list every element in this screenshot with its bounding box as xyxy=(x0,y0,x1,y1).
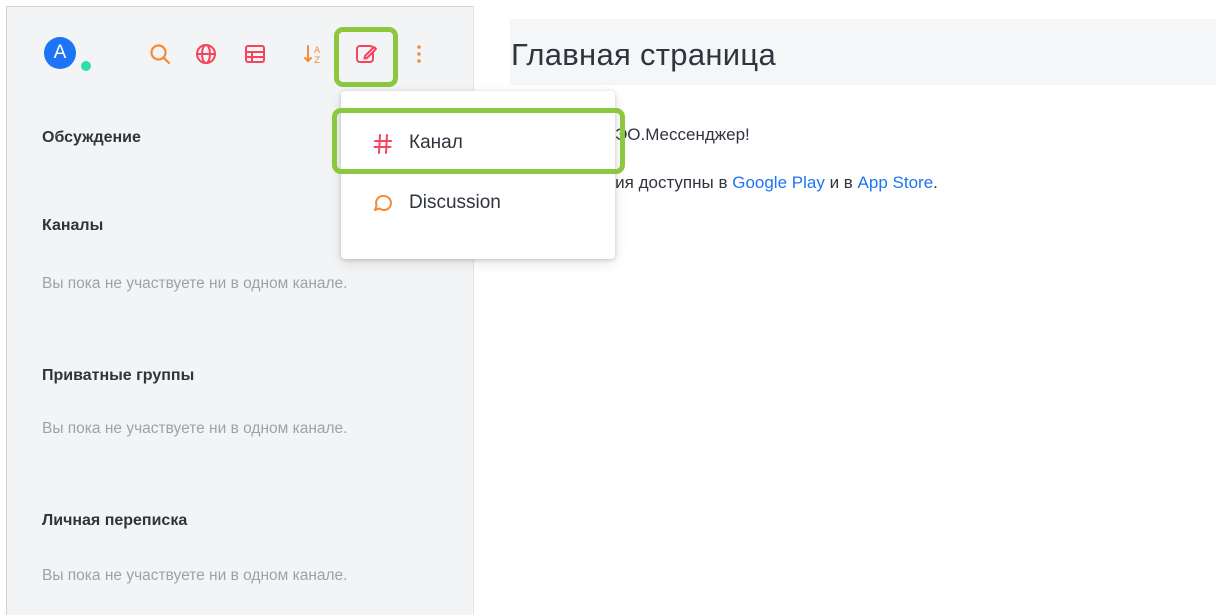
svg-text:A: A xyxy=(314,46,321,56)
section-title-direct-messages: Личная переписка xyxy=(42,512,188,529)
compose-button-highlight xyxy=(334,27,398,87)
direct-messages-empty-text: Вы пока не участвуете ни в одном канале. xyxy=(42,567,348,584)
section-title-private-groups: Приватные группы xyxy=(42,367,195,384)
sort-icon[interactable]: A Z xyxy=(302,42,326,66)
create-menu-item-discussion[interactable]: Discussion xyxy=(341,180,615,228)
create-menu-item-discussion-label: Discussion xyxy=(409,192,501,213)
display-table-icon[interactable] xyxy=(243,42,267,66)
kebab-menu-icon[interactable] xyxy=(407,42,431,66)
search-icon[interactable] xyxy=(148,42,172,66)
apps-text-middle: и в xyxy=(824,173,858,192)
online-status-indicator xyxy=(79,59,93,73)
directory-globe-icon[interactable] xyxy=(194,42,218,66)
channel-item-highlight xyxy=(332,108,625,174)
avatar[interactable]: A xyxy=(44,37,76,69)
section-title-discussion: Обсуждение xyxy=(42,129,141,146)
google-play-link[interactable]: Google Play xyxy=(732,173,825,192)
page-title: Главная страница xyxy=(511,37,777,72)
sidebar-toolbar: A A Z xyxy=(7,7,475,93)
apps-text-suffix: . xyxy=(933,173,938,192)
section-title-channels: Каналы xyxy=(42,217,104,234)
discussion-icon xyxy=(371,192,395,216)
private-groups-empty-text: Вы пока не участвуете ни в одном канале. xyxy=(42,420,348,437)
app-store-link[interactable]: App Store xyxy=(858,173,934,192)
app-window: A A Z Обсуждение Каналы Вы пока не участ… xyxy=(0,0,1216,615)
channels-empty-text: Вы пока не участвуете ни в одном канале. xyxy=(42,275,348,292)
svg-text:Z: Z xyxy=(314,56,320,66)
